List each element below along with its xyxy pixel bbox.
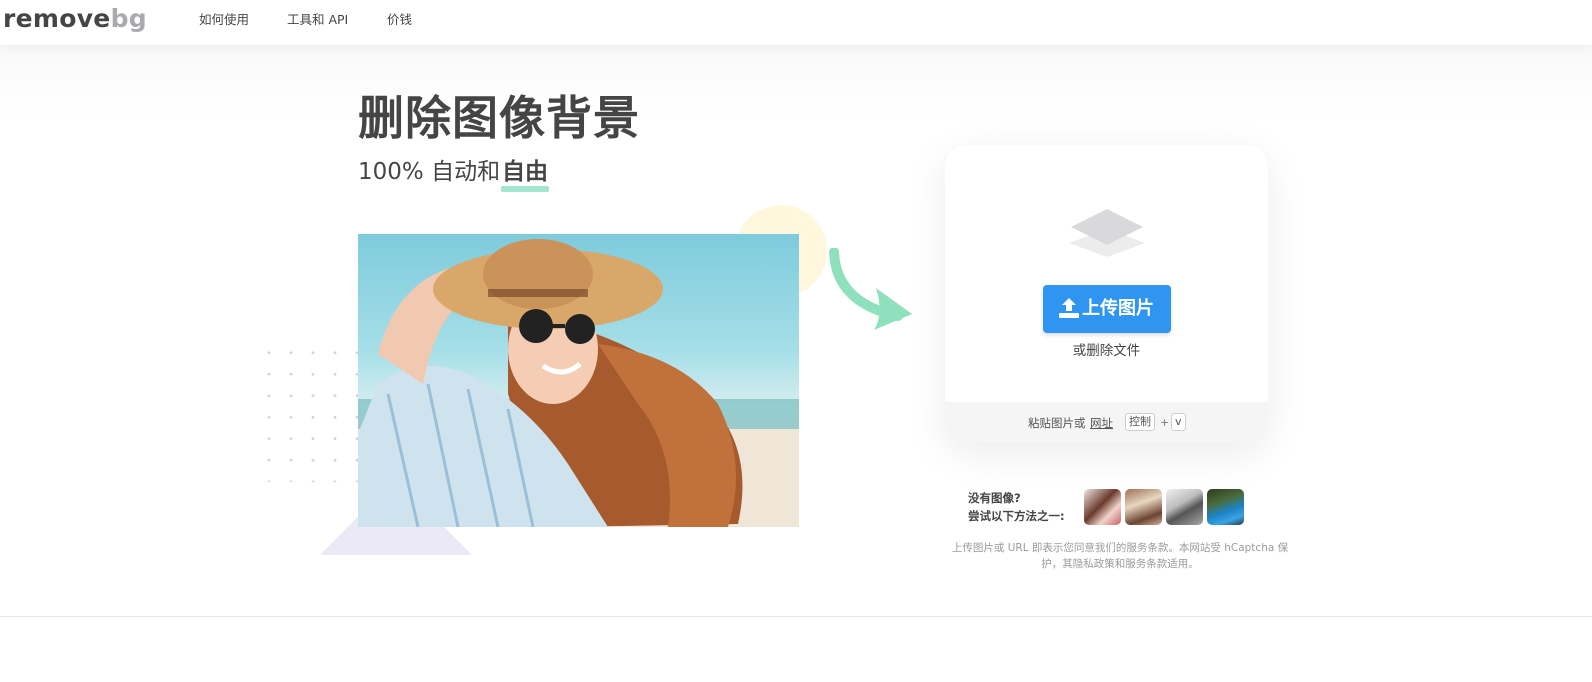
- sample-prompt-line2: 尝试以下方法之一:: [968, 509, 1065, 523]
- section-divider: [0, 616, 1592, 617]
- kbd-plus: +: [1160, 416, 1170, 429]
- sample-prompt-line1: 没有图像?: [968, 491, 1021, 505]
- nav-how-to-use[interactable]: 如何使用: [199, 11, 249, 29]
- sample-image-laptop[interactable]: [1166, 489, 1203, 525]
- logo-text-bg: bg: [110, 4, 147, 33]
- logo-text-remove: remove: [3, 4, 111, 33]
- curved-arrow-icon: [829, 248, 912, 330]
- terms-notice: 上传图片或 URL 即表示您同意我们的服务条款。本网站受 hCaptcha 保护…: [951, 542, 1289, 570]
- sample-prompt: 没有图像? 尝试以下方法之一:: [968, 489, 1065, 525]
- nav-tools-api[interactable]: 工具和 API: [287, 11, 348, 29]
- accent-underline: [501, 186, 549, 192]
- upload-image-button[interactable]: 上传图片: [1043, 285, 1171, 333]
- decorative-dot-grid: [258, 342, 358, 482]
- removebg-logo[interactable]: removebg: [3, 3, 147, 35]
- upload-icon: [1059, 298, 1079, 318]
- paste-url-link[interactable]: 网址: [1090, 415, 1113, 431]
- drop-file-text: 或删除文件: [1072, 343, 1141, 359]
- top-navigation-bar: removebg 如何使用 工具和 API 价钱: [0, 0, 1592, 45]
- page-title: 删除图像背景: [358, 91, 640, 145]
- kbd-ctrl: 控制: [1125, 413, 1155, 431]
- nav-pricing[interactable]: 价钱: [387, 11, 412, 29]
- upload-button-label: 上传图片: [1082, 298, 1154, 319]
- woman-with-hat-illustration: [358, 239, 799, 527]
- sample-image-woman[interactable]: [1084, 489, 1121, 525]
- kbd-v: v: [1171, 413, 1186, 431]
- hero-subtitle: 100% 自动和: [358, 159, 501, 185]
- sample-image-cat[interactable]: [1125, 489, 1162, 525]
- paste-text: 粘贴图片或: [1028, 416, 1086, 430]
- upload-card: 上传图片 或删除文件 粘贴图片或 网址 控制 + v: [945, 145, 1268, 443]
- hero-example-photo: [358, 234, 799, 527]
- hero-subtitle-accent: 自由: [502, 159, 548, 185]
- sample-image-car[interactable]: [1207, 489, 1244, 525]
- layers-icon: [1069, 209, 1145, 257]
